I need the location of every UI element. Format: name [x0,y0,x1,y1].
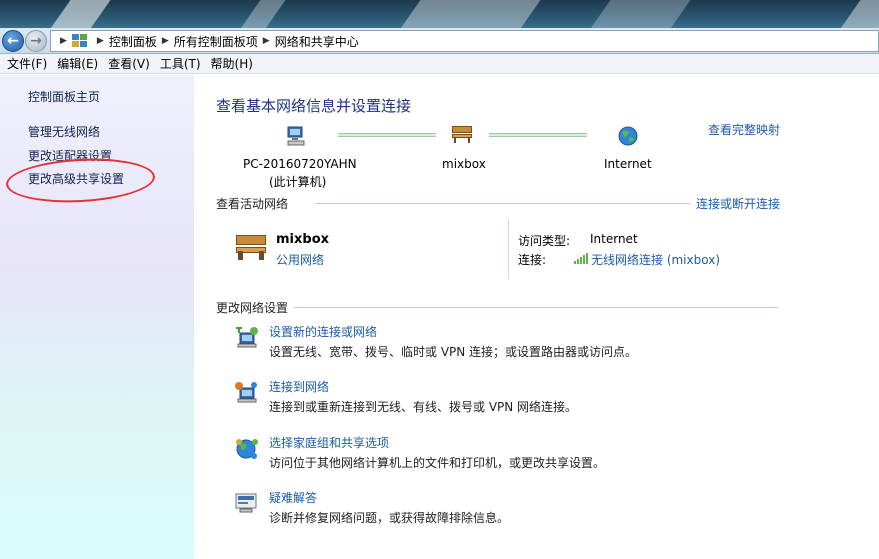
network-bench-icon [236,235,266,260]
connection-label: 连接: [518,253,547,267]
arrow-left-icon: ← [7,33,19,49]
connection-line [489,133,587,137]
section-divider [316,203,690,204]
task-description: 连接到或重新连接到无线、有线、拨号或 VPN 网络连接。 [269,400,578,414]
troubleshoot-icon [235,493,257,513]
page-title: 查看基本网络信息并设置连接 [216,97,412,115]
globe-icon[interactable] [617,125,639,147]
task-new-connection[interactable]: 设置新的连接或网络 设置无线、宽带、拨号、临时或 VPN 连接；或设置路由器或访… [234,323,794,363]
breadcrumb-network-center[interactable]: 网络和共享中心 [275,33,359,50]
wireless-connection-link[interactable]: 无线网络连接 (mixbox) [591,253,720,267]
task-troubleshoot[interactable]: 疑难解答 诊断并修复网络问题，或获得故障排除信息。 [234,489,794,529]
wifi-signal-icon [574,253,588,264]
section-divider [294,307,778,308]
view-full-map-link[interactable]: 查看完整映射 [708,121,780,138]
control-panel-icon [71,34,88,48]
computer-sub-label: (此计算机) [269,175,327,189]
task-description: 访问位于其他网络计算机上的文件和打印机，或更改共享设置。 [269,456,606,470]
computer-name: PC-20160720YAHN [243,157,357,171]
menu-file[interactable]: 文件(F) [2,55,52,72]
address-bar: ← → ▶ ▶ 控制面板 ▶ 所有控制面板项 ▶ 网络和共享中心 [0,28,879,54]
active-networks-heading: 查看活动网络 [216,197,289,211]
breadcrumb-all-items[interactable]: 所有控制面板项 [174,33,258,50]
task-title[interactable]: 连接到网络 [269,378,329,395]
computer-icon[interactable] [286,125,308,147]
chevron-right-icon[interactable]: ▶ [263,36,270,46]
connect-network-icon [235,382,257,403]
chevron-right-icon[interactable]: ▶ [60,36,67,46]
task-connect-network[interactable]: 连接到网络 连接到或重新连接到无线、有线、拨号或 VPN 网络连接。 [234,378,794,418]
vertical-divider [508,219,509,279]
sidebar: 控制面板主页 管理无线网络 更改适配器设置 更改高级共享设置 [0,75,194,559]
connection-line [338,133,436,137]
menu-help[interactable]: 帮助(H) [206,55,258,72]
arrow-right-icon: → [30,33,42,49]
task-homegroup[interactable]: 选择家庭组和共享选项 访问位于其他网络计算机上的文件和打印机，或更改共享设置。 [234,434,794,474]
connection-value-wrap[interactable]: 无线网络连接 (mixbox) [574,251,720,268]
task-title[interactable]: 设置新的连接或网络 [269,323,377,340]
menu-view[interactable]: 查看(V) [103,55,155,72]
new-connection-icon [236,327,258,348]
task-title[interactable]: 疑难解答 [269,489,317,506]
access-type-value: Internet [590,232,638,246]
sidebar-item-control-panel-home[interactable]: 控制面板主页 [28,88,100,105]
change-settings-heading: 更改网络设置 [216,301,289,315]
breadcrumb-control-panel[interactable]: 控制面板 [109,33,157,50]
forward-button[interactable]: → [25,30,47,52]
sidebar-item-manage-wireless[interactable]: 管理无线网络 [28,123,100,140]
chevron-right-icon[interactable]: ▶ [97,36,104,46]
task-description: 诊断并修复网络问题，或获得故障排除信息。 [269,511,510,525]
back-button[interactable]: ← [2,30,24,52]
menu-bar: 文件(F) 编辑(E) 查看(V) 工具(T) 帮助(H) [0,54,879,74]
address-field[interactable]: ▶ ▶ 控制面板 ▶ 所有控制面板项 ▶ 网络和共享中心 [50,30,879,52]
network-name-label: mixbox [442,157,486,171]
window-title-bar [0,0,879,30]
internet-label: Internet [604,157,652,171]
menu-tools[interactable]: 工具(T) [155,55,206,72]
menu-edit[interactable]: 编辑(E) [52,55,103,72]
homegroup-icon [236,439,258,459]
connect-disconnect-link[interactable]: 连接或断开连接 [696,195,780,212]
chevron-right-icon[interactable]: ▶ [162,36,169,46]
task-description: 设置无线、宽带、拨号、临时或 VPN 连接；或设置路由器或访问点。 [269,345,638,359]
task-title[interactable]: 选择家庭组和共享选项 [269,434,389,451]
network-type-link[interactable]: 公用网络 [276,251,324,268]
active-network-name: mixbox [276,232,330,247]
network-bench-icon[interactable] [452,126,472,143]
main-content: 查看基本网络信息并设置连接 查看完整映射 PC-20160720YAHN (此计… [194,75,879,559]
access-type-label: 访问类型: [518,234,571,248]
